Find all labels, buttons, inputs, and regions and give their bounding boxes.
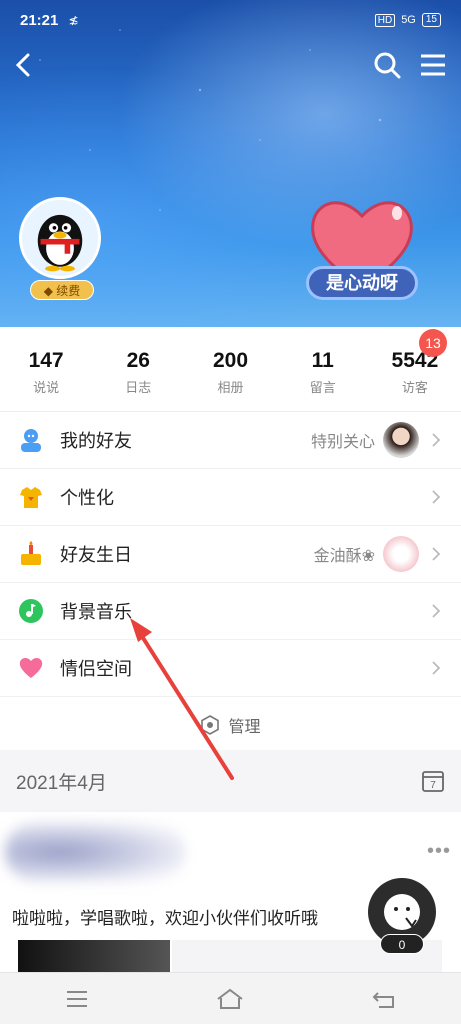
chevron-right-icon bbox=[432, 604, 441, 618]
recent-apps-icon[interactable] bbox=[62, 987, 92, 1011]
back-nav-icon[interactable] bbox=[369, 987, 399, 1011]
manage-button[interactable]: 管理 bbox=[0, 697, 461, 752]
signal-indicator: 5G bbox=[401, 14, 416, 26]
stat-visitors[interactable]: 5542 访客 13 bbox=[369, 327, 461, 411]
menu-item-friends[interactable]: 我的好友 特别关心 bbox=[0, 412, 461, 469]
search-icon[interactable] bbox=[371, 49, 403, 81]
mood-tag[interactable]: 是心动呀 bbox=[306, 266, 418, 300]
menu-item-background-music[interactable]: 背景音乐 bbox=[0, 583, 461, 640]
hexagon-settings-icon bbox=[201, 714, 220, 735]
menu-list: 我的好友 特别关心 个性化 好友生日 金油酥❀ 背景音乐 情侣空间 管理 bbox=[0, 412, 461, 752]
stat-shuoshuo[interactable]: 147 说说 bbox=[0, 327, 92, 411]
chevron-right-icon bbox=[432, 661, 441, 675]
stat-blog[interactable]: 26 日志 bbox=[92, 327, 184, 411]
post-image[interactable] bbox=[18, 940, 170, 972]
diamond-icon: ◆ bbox=[43, 284, 57, 298]
more-options-icon[interactable]: ••• bbox=[427, 840, 451, 863]
cake-icon bbox=[21, 541, 41, 565]
visitor-badge: 13 bbox=[419, 329, 448, 357]
qzone-profile-page: 21:21 ≴ HD 5G 15 ◆ 续费 是心动呀 147 说说 26 日志 … bbox=[0, 0, 461, 1024]
friends-icon bbox=[21, 429, 41, 452]
status-extra: ≴ bbox=[68, 13, 79, 27]
music-note-icon bbox=[19, 599, 43, 623]
stat-album[interactable]: 200 相册 bbox=[184, 327, 276, 411]
hd-indicator: HD bbox=[374, 13, 396, 27]
blurred-author bbox=[5, 822, 185, 882]
tshirt-icon bbox=[20, 487, 42, 508]
chevron-right-icon bbox=[432, 490, 441, 504]
status-time: 21:21 bbox=[20, 11, 59, 29]
stat-messages[interactable]: 11 留言 bbox=[277, 327, 369, 411]
status-bar: 21:21 ≴ HD 5G 15 bbox=[0, 0, 461, 40]
stats-bar: 147 说说 26 日志 200 相册 11 留言 5542 访客 13 bbox=[0, 327, 461, 412]
assistant-face-icon bbox=[384, 894, 420, 930]
renew-badge[interactable]: ◆ 续费 bbox=[30, 280, 94, 300]
chevron-right-icon bbox=[432, 547, 441, 561]
heart-small-icon bbox=[19, 658, 43, 678]
system-nav-bar bbox=[0, 972, 461, 1024]
menu-item-birthday[interactable]: 好友生日 金油酥❀ bbox=[0, 526, 461, 583]
menu-item-couple-space[interactable]: 情侣空间 bbox=[0, 640, 461, 697]
avatar[interactable] bbox=[19, 197, 101, 279]
friend-avatar bbox=[383, 422, 419, 458]
menu-item-personalize[interactable]: 个性化 bbox=[0, 469, 461, 526]
top-bar bbox=[0, 45, 461, 85]
battery-indicator: 15 bbox=[421, 13, 441, 27]
menu-icon[interactable] bbox=[417, 49, 449, 81]
back-icon[interactable] bbox=[10, 49, 40, 81]
chevron-right-icon bbox=[432, 433, 441, 447]
birthday-friend-avatar bbox=[383, 536, 419, 572]
assistant-count: 0 bbox=[380, 934, 424, 954]
calendar-icon[interactable]: 7 bbox=[421, 769, 445, 793]
month-header: 2021年4月 7 bbox=[0, 750, 461, 812]
month-label: 2021年4月 bbox=[16, 772, 107, 794]
svg-text:7: 7 bbox=[430, 780, 436, 791]
penguin-avatar-icon bbox=[22, 200, 98, 276]
home-icon[interactable] bbox=[215, 987, 245, 1011]
